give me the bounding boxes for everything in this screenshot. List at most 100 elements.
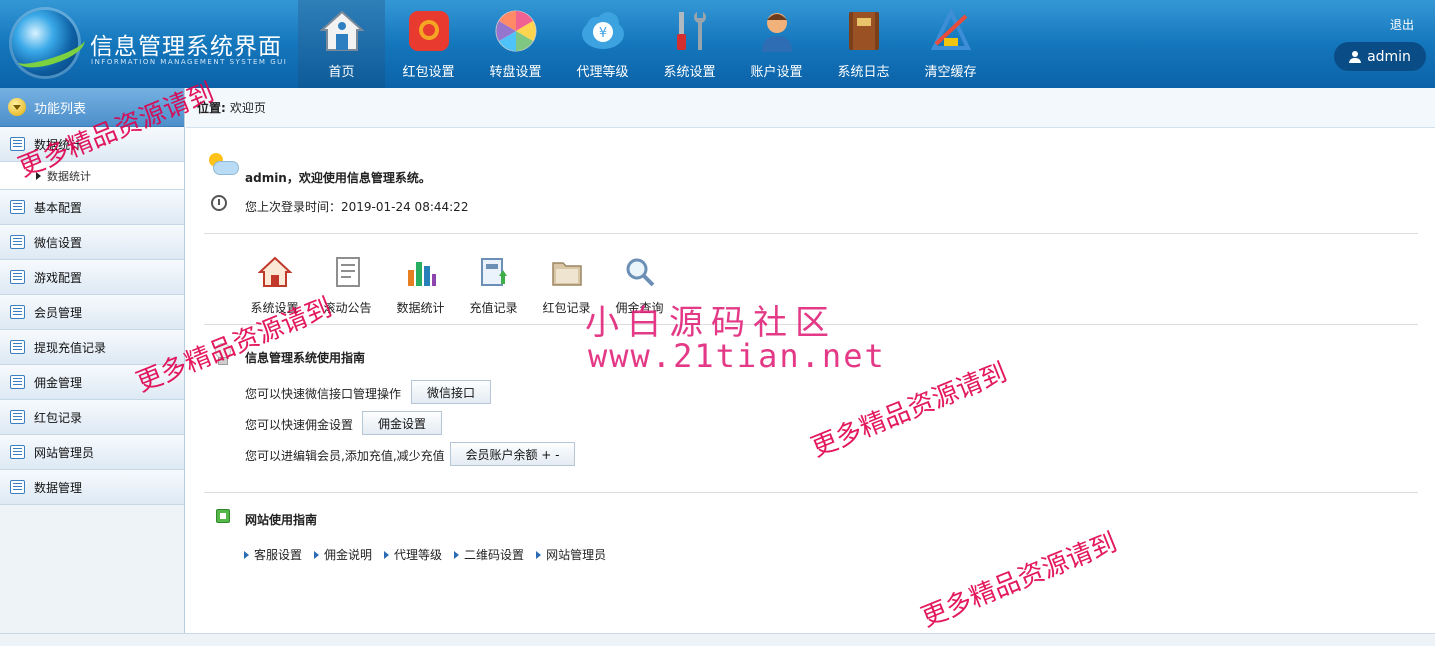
nav-wheel[interactable]: 转盘设置	[472, 0, 559, 88]
username: admin	[1367, 48, 1411, 65]
arrow-right-icon	[454, 550, 460, 559]
quick-link-system-settings[interactable]: 系统设置	[238, 256, 311, 316]
user-badge[interactable]: admin	[1334, 42, 1426, 71]
commission-settings-button[interactable]: 佣金设置	[362, 411, 442, 435]
sidebar-item-label: 网站管理员	[34, 445, 95, 460]
list-icon	[10, 410, 25, 424]
user-account-icon	[762, 13, 792, 52]
site-guide-link[interactable]: 佣金说明	[314, 546, 372, 563]
sidebar-item-label: 会员管理	[34, 305, 83, 320]
usage-guide-title: 信息管理系统使用指南	[245, 351, 366, 365]
sidebar-item-data-stats[interactable]: 数据统计	[0, 127, 184, 162]
breadcrumb-current[interactable]: 欢迎页	[230, 99, 266, 116]
list-icon	[10, 445, 25, 459]
wheel-icon	[495, 10, 537, 52]
sidebar-subitem-data-stats[interactable]: 数据统计	[0, 162, 184, 190]
breadcrumb-prefix: 位置:	[197, 101, 226, 115]
usage-guide-text: 您可以进编辑会员,添加充值,减少充值	[245, 449, 445, 463]
sidebar-item-game-config[interactable]: 游戏配置	[0, 260, 184, 295]
wechat-api-button[interactable]: 微信接口	[411, 380, 491, 404]
quick-link-label: 充值记录	[469, 301, 518, 315]
quick-link-scroll-notice[interactable]: 滚动公告	[311, 256, 384, 316]
nav-red-packet[interactable]: 红包设置	[385, 0, 472, 88]
quick-link-label: 红包记录	[542, 301, 591, 315]
sidebar-item-withdraw-recharge[interactable]: 提现充值记录	[0, 330, 184, 365]
usage-guide-text: 您可以快速微信接口管理操作	[245, 387, 402, 401]
site-guide-link-label: 网站管理员	[546, 548, 607, 562]
site-guide-link[interactable]: 客服设置	[244, 546, 302, 563]
clock-icon	[211, 195, 227, 211]
nav-home-label: 首页	[328, 65, 355, 80]
sidebar-item-label: 游戏配置	[34, 270, 83, 285]
sidebar-item-label: 红包记录	[34, 410, 83, 425]
sidebar-item-label: 提现充值记录	[34, 340, 107, 355]
collapse-arrow-icon	[8, 98, 26, 116]
sidebar-item-site-admins[interactable]: 网站管理员	[0, 435, 184, 470]
quick-link-red-packet-records[interactable]: 红包记录	[530, 256, 603, 316]
magnifier-icon	[626, 258, 654, 287]
nav-account-settings-label: 账户设置	[750, 65, 803, 80]
list-icon	[10, 235, 25, 249]
quick-link-recharge-records[interactable]: 充值记录	[457, 256, 530, 316]
member-balance-button[interactable]: 会员账户余额 + -	[450, 442, 575, 466]
tools-icon	[677, 12, 706, 50]
list-icon	[10, 137, 25, 151]
sidebar-heading[interactable]: 功能列表	[0, 88, 184, 127]
list-icon	[10, 375, 25, 389]
quick-link-label: 佣金查询	[615, 301, 664, 315]
sidebar-subitem-label: 数据统计	[47, 169, 91, 183]
welcome-greeting: admin，欢迎使用信息管理系统。	[245, 171, 431, 185]
app-title: 信息管理系统界面	[90, 34, 282, 60]
arrow-right-icon	[36, 171, 41, 180]
sidebar-item-label: 数据统计	[34, 137, 83, 152]
yuan-cloud-icon: ¥	[582, 12, 624, 49]
lightbulb-icon	[214, 343, 231, 365]
quick-link-commission-query[interactable]: 佣金查询	[603, 256, 676, 316]
sidebar: 功能列表 数据统计 数据统计 基本配置 微信设置 游戏配置 会员管理 提现充值记…	[0, 88, 185, 646]
list-icon	[10, 305, 25, 319]
weather-sun-icon	[206, 151, 239, 177]
arrow-right-icon	[384, 550, 390, 559]
house-icon	[256, 256, 293, 287]
quick-link-label: 系统设置	[250, 301, 299, 315]
site-guide-link[interactable]: 网站管理员	[536, 546, 606, 563]
site-guide-link-label: 佣金说明	[324, 548, 373, 562]
site-guide-link[interactable]: 二维码设置	[454, 546, 524, 563]
svg-text:¥: ¥	[599, 26, 607, 41]
nav-wheel-label: 转盘设置	[489, 65, 542, 80]
breadcrumb: 位置: 欢迎页	[186, 88, 1435, 128]
arrow-right-icon	[314, 550, 320, 559]
list-icon	[10, 270, 25, 284]
nav-agent-level[interactable]: ¥ 代理等级	[559, 0, 646, 88]
recharge-icon	[480, 258, 507, 286]
nav-clear-cache[interactable]: 清空缓存	[907, 0, 994, 88]
list-icon	[10, 480, 25, 494]
sidebar-item-label: 佣金管理	[34, 375, 83, 390]
sidebar-item-red-packet-records[interactable]: 红包记录	[0, 400, 184, 435]
sidebar-heading-label: 功能列表	[34, 101, 87, 117]
nav-system-settings[interactable]: 系统设置	[646, 0, 733, 88]
sidebar-item-commission[interactable]: 佣金管理	[0, 365, 184, 400]
site-guide-link[interactable]: 代理等级	[384, 546, 442, 563]
quick-link-data-stats[interactable]: 数据统计	[384, 256, 457, 316]
site-guide-title: 网站使用指南	[245, 513, 318, 527]
last-login-time: 您上次登录时间：2019-01-24 08:44:22	[245, 200, 469, 214]
sidebar-item-wechat-settings[interactable]: 微信设置	[0, 225, 184, 260]
clear-cache-icon	[930, 8, 972, 50]
sidebar-item-basic-config[interactable]: 基本配置	[0, 190, 184, 225]
main-content: 位置: 欢迎页 admin，欢迎使用信息管理系统。 您上次登录时间：2019-0…	[186, 88, 1435, 646]
notice-icon	[335, 257, 360, 287]
list-icon	[10, 200, 25, 214]
sidebar-item-members[interactable]: 会员管理	[0, 295, 184, 330]
nav-account-settings[interactable]: 账户设置	[733, 0, 820, 88]
nav-system-log[interactable]: 系统日志	[820, 0, 907, 88]
quick-links: 系统设置 滚动公告 数据统计 充值记录 红包记录 佣金查询	[238, 256, 676, 316]
folder-icon	[551, 262, 582, 286]
site-guide-link-label: 代理等级	[394, 548, 443, 562]
nav-home[interactable]: 首页	[298, 0, 385, 88]
app-subtitle: INFORMATION MANAGEMENT SYSTEM GUI	[91, 58, 288, 66]
sidebar-item-data-management[interactable]: 数据管理	[0, 470, 184, 505]
logout-link[interactable]: 退出	[1390, 16, 1414, 33]
divider	[204, 492, 1418, 493]
site-guide-link-label: 客服设置	[254, 548, 303, 562]
